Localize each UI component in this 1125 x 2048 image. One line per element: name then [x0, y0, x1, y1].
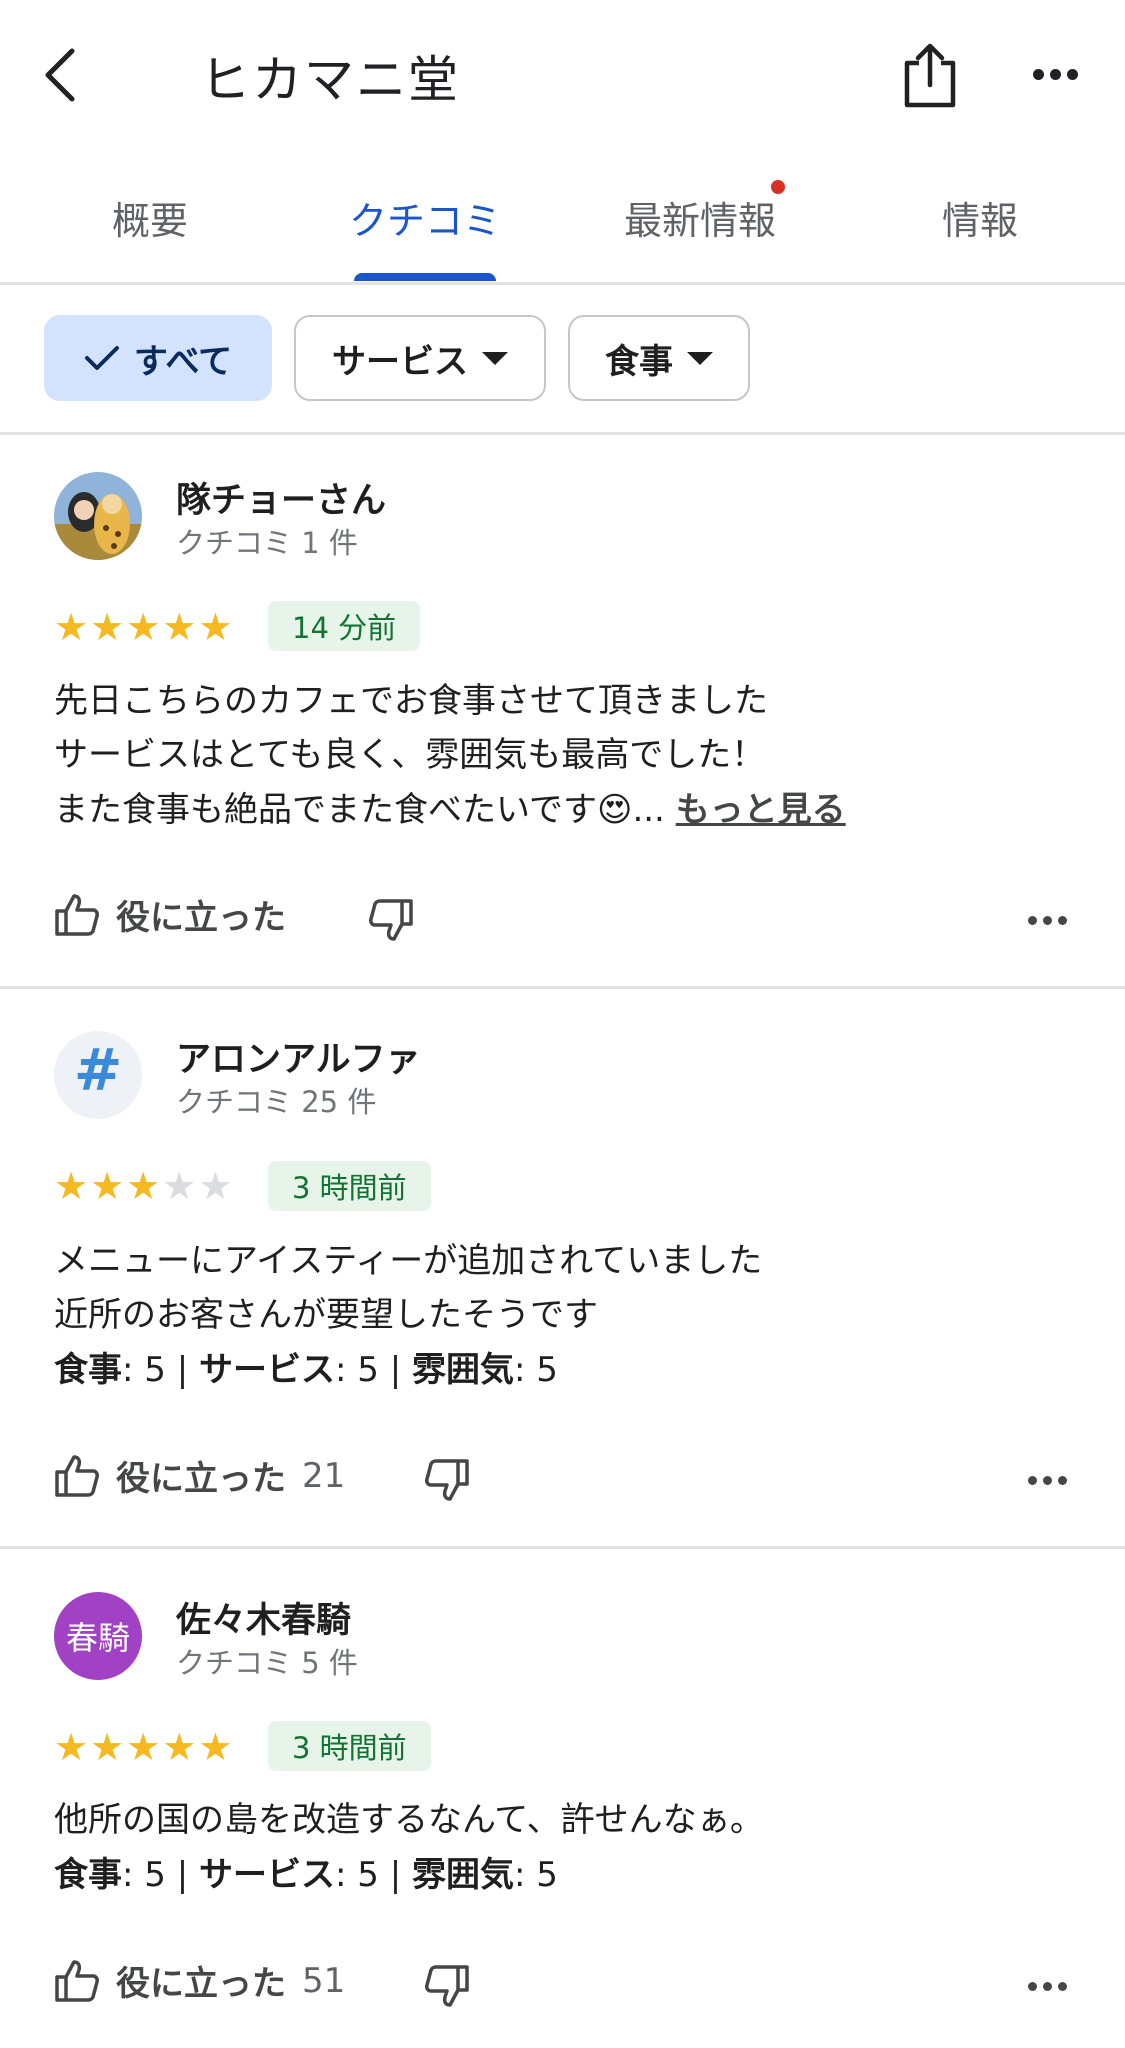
review-more-button[interactable]: [1028, 1476, 1067, 1485]
thumb-up-icon: [55, 1454, 99, 1497]
filter-chip-label: サービス: [332, 341, 468, 382]
share-icon: [904, 43, 956, 107]
divider: [0, 1546, 1125, 1549]
not-helpful-button[interactable]: [424, 1964, 470, 2012]
see-more-link[interactable]: もっと見る: [676, 790, 846, 830]
star-icon: ★: [90, 1725, 125, 1769]
helpful-label: 役に立った: [116, 1964, 286, 2004]
filter-chip-label: すべて: [133, 341, 233, 382]
avatar[interactable]: 春騎: [54, 1592, 142, 1680]
active-tab-indicator: [354, 273, 496, 281]
filter-chip-label: 食事: [605, 341, 673, 382]
star-rating: ★ ★ ★ ★ ★: [54, 1167, 232, 1205]
not-helpful-button[interactable]: [424, 1458, 470, 1506]
review-text-line: メニューにアイスティーが追加されていました: [54, 1241, 763, 1281]
helpful-label: 役に立った: [116, 898, 286, 938]
star-icon: ★: [90, 1164, 125, 1208]
reviewer-name[interactable]: アロンアルファ: [176, 1031, 421, 1082]
review-more-button[interactable]: [1028, 1982, 1067, 1991]
review-time-badge: 3 時間前: [268, 1161, 431, 1211]
more-button[interactable]: [1030, 68, 1080, 80]
helpful-button[interactable]: 役に立った 51: [54, 1956, 345, 2005]
star-icon: ★: [198, 1725, 233, 1769]
helpful-button[interactable]: 役に立った 21: [54, 1451, 345, 1500]
helpful-button[interactable]: 役に立った: [54, 890, 286, 939]
star-icon: ★: [126, 1725, 161, 1769]
avatar-text: 春騎: [65, 1619, 130, 1657]
thumb-down-icon: [425, 1965, 469, 2007]
star-rating: ★ ★ ★ ★ ★: [54, 1728, 232, 1766]
check-icon: [84, 346, 119, 370]
dropdown-arrow-icon: [482, 351, 508, 365]
review-ratings-line: 食事: 5 | サービス: 5 | 雰囲気: 5: [54, 1855, 558, 1895]
more-horiz-icon: [1028, 916, 1037, 925]
reviewer-review-count: クチコミ 25 件: [176, 1085, 377, 1119]
more-horiz-icon: [1032, 68, 1044, 80]
star-icon: ★: [162, 1725, 197, 1769]
emoji: 😍: [596, 790, 633, 830]
star-icon: ★: [162, 1164, 197, 1208]
avatar[interactable]: [54, 472, 142, 560]
filter-chip-food[interactable]: 食事: [568, 315, 750, 401]
avatar-image: [54, 472, 142, 560]
notification-dot: [771, 180, 785, 194]
review-text-line: 先日こちらのカフェでお食事させて頂きました: [54, 681, 768, 721]
reviewer-name[interactable]: 佐々木春騎: [176, 1592, 351, 1643]
review-text-line: サービスはとても良く、雰囲気も最高でした！: [54, 735, 766, 775]
divider: [0, 986, 1125, 989]
share-button[interactable]: [895, 38, 965, 113]
divider: [0, 432, 1125, 435]
avatar-text: #: [73, 1036, 123, 1104]
star-icon: ★: [198, 1164, 233, 1208]
star-icon: ★: [162, 605, 197, 649]
dropdown-arrow-icon: [687, 351, 713, 365]
star-icon: ★: [126, 1164, 161, 1208]
thumb-down-icon: [425, 1459, 469, 1501]
tab-info[interactable]: 情報: [920, 190, 1040, 245]
reviewer-name[interactable]: 隊チョーさん: [176, 472, 386, 523]
star-icon: ★: [90, 605, 125, 649]
filter-chip-service[interactable]: サービス: [294, 315, 546, 401]
back-button[interactable]: [30, 40, 90, 110]
tab-updates[interactable]: 最新情報: [615, 190, 785, 245]
star-icon: ★: [198, 605, 233, 649]
more-horiz-icon: [1028, 1982, 1037, 1991]
star-icon: ★: [54, 605, 89, 649]
not-helpful-button[interactable]: [368, 898, 414, 946]
more-horiz-icon: [1028, 1476, 1037, 1485]
avatar[interactable]: #: [54, 1031, 142, 1119]
star-icon: ★: [54, 1725, 89, 1769]
helpful-label: 役に立った: [116, 1459, 286, 1499]
filter-chip-all[interactable]: すべて: [44, 315, 272, 401]
star-rating: ★ ★ ★ ★ ★: [54, 608, 232, 646]
reviewer-review-count: クチコミ 1 件: [176, 526, 358, 560]
reviewer-review-count: クチコミ 5 件: [176, 1646, 358, 1680]
tab-reviews[interactable]: クチコミ: [330, 190, 520, 245]
star-icon: ★: [54, 1164, 89, 1208]
review-text-line: また食事も絶品でまた食べたいです😍... もっと見る: [54, 790, 846, 830]
helpful-count: 51: [302, 1960, 346, 2001]
page-title: ヒカマニ堂: [200, 51, 460, 109]
review-time-badge: 14 分前: [268, 601, 421, 651]
review-more-button[interactable]: [1028, 916, 1067, 925]
chevron-left-icon: [45, 48, 75, 102]
thumb-down-icon: [369, 899, 413, 941]
review-ratings-line: 食事: 5 | サービス: 5 | 雰囲気: 5: [54, 1350, 558, 1390]
thumb-up-icon: [55, 893, 99, 936]
review-text-line: 近所のお客さんが要望したそうです: [54, 1295, 598, 1335]
app-header: ヒカマニ堂: [0, 0, 1125, 145]
star-icon: ★: [126, 605, 161, 649]
helpful-count: 21: [302, 1455, 346, 1496]
tab-overview[interactable]: 概要: [90, 190, 210, 245]
review-time-badge: 3 時間前: [268, 1721, 431, 1771]
review-text-line: 他所の国の島を改造するなんて、許せんなぁ。: [54, 1800, 764, 1840]
thumb-up-icon: [55, 1959, 99, 2002]
